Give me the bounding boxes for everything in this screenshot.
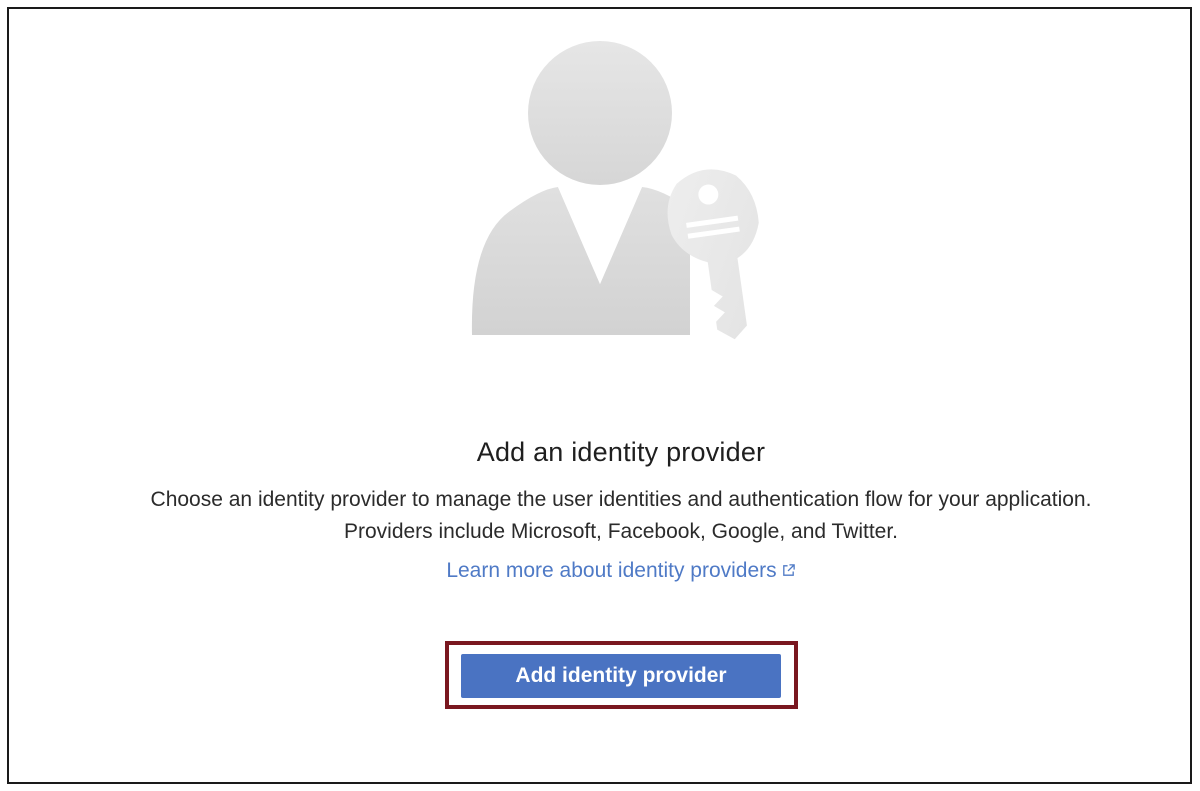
add-identity-provider-button[interactable]: Add identity provider	[461, 654, 781, 698]
content-panel: Add an identity provider Choose an ident…	[7, 7, 1192, 784]
page-title: Add an identity provider	[476, 437, 766, 467]
external-link-icon	[782, 564, 795, 576]
learn-more-label: Learn more about identity providers	[446, 559, 777, 582]
learn-more-link[interactable]: Learn more about identity providers	[9, 559, 1200, 583]
description-line-1: Choose an identity provider to manage th…	[150, 488, 1092, 511]
description-line-2: Providers include Microsoft, Facebook, G…	[343, 520, 899, 543]
user-with-key-icon	[471, 41, 759, 340]
